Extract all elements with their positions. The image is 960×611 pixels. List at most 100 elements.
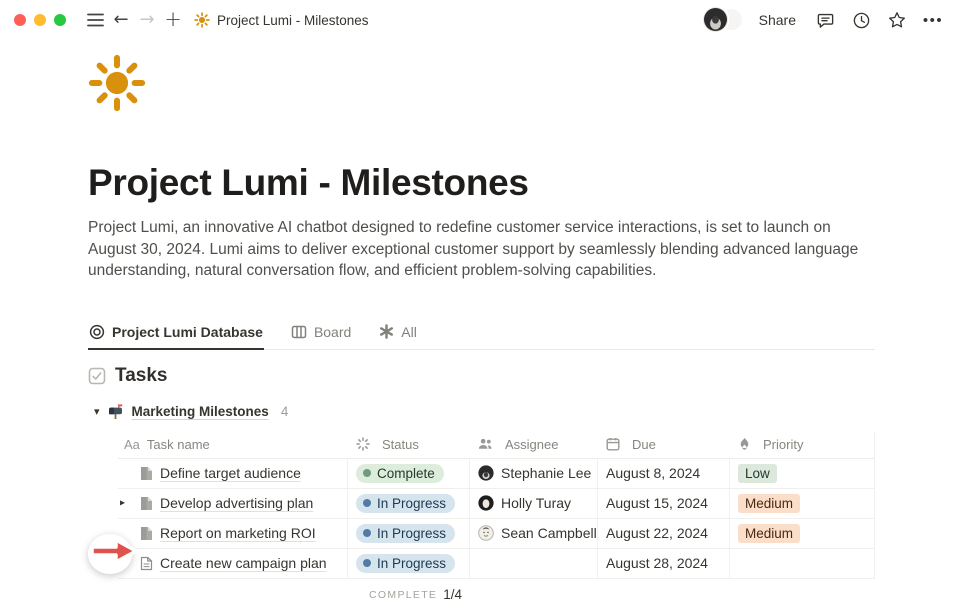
status-cell[interactable]: In Progress xyxy=(348,549,470,578)
due-cell[interactable]: August 28, 2024 xyxy=(598,549,730,578)
group-marketing-milestones[interactable]: ▾ Marketing Milestones 4 xyxy=(94,404,875,420)
tab-board[interactable]: Board xyxy=(290,319,352,350)
column-label: Status xyxy=(382,437,419,452)
task-title: Develop advertising plan xyxy=(160,495,313,511)
calendar-icon xyxy=(606,437,620,451)
table-row: Report on marketing ROI In Progress Sean… xyxy=(118,519,875,549)
status-cell[interactable]: Complete xyxy=(348,459,470,488)
minimize-window-button[interactable] xyxy=(34,14,46,26)
task-title: Define target audience xyxy=(160,465,301,481)
breadcrumb-title: Project Lumi - Milestones xyxy=(217,13,369,28)
priority-tag: Low xyxy=(738,464,777,483)
table-row: Define target audience Complete Stephani… xyxy=(118,459,875,489)
collapse-triangle-icon[interactable]: ▾ xyxy=(94,405,100,418)
page-description[interactable]: Project Lumi, an innovative AI chatbot d… xyxy=(88,217,875,282)
history-clock-icon[interactable] xyxy=(848,7,874,33)
page-content: Project Lumi - Milestones Project Lumi, … xyxy=(0,40,960,611)
sidebar-toggle-icon[interactable] xyxy=(82,7,108,33)
assignee-name: Stephanie Lee xyxy=(501,465,591,481)
titlebar: ← → + Project Lumi - Milestones Share ••… xyxy=(0,0,960,40)
column-task-name[interactable]: Aa Task name xyxy=(118,431,348,458)
due-date: August 22, 2024 xyxy=(606,525,708,541)
task-name-cell[interactable]: ▸ Develop advertising plan xyxy=(118,489,348,518)
status-dot xyxy=(363,529,371,537)
mailbox-icon xyxy=(108,404,124,420)
task-title: Create new campaign plan xyxy=(160,555,327,571)
due-date: August 28, 2024 xyxy=(606,555,708,571)
due-cell[interactable]: August 15, 2024 xyxy=(598,489,730,518)
assignee-avatar xyxy=(478,495,494,511)
column-label: Due xyxy=(632,437,656,452)
board-view-icon xyxy=(291,324,307,340)
close-window-button[interactable] xyxy=(14,14,26,26)
group-count: 4 xyxy=(281,404,289,419)
priority-cell[interactable]: Medium xyxy=(730,489,875,518)
table-footer: COMPLETE 1/4 xyxy=(118,579,875,611)
assignee-cell[interactable] xyxy=(470,549,598,578)
page-sun-icon[interactable] xyxy=(88,54,146,112)
window-controls xyxy=(14,14,66,26)
view-tabs: Project Lumi Database Board All xyxy=(88,319,875,350)
status-dot xyxy=(363,559,371,567)
assignee-cell[interactable]: Stephanie Lee xyxy=(470,459,598,488)
group-name: Marketing Milestones xyxy=(132,404,269,419)
status-calculation[interactable]: COMPLETE 1/4 xyxy=(348,579,470,611)
share-button[interactable]: Share xyxy=(753,8,802,32)
table-view-icon xyxy=(89,324,105,340)
column-due[interactable]: Due xyxy=(598,431,730,458)
text-property-icon: Aa xyxy=(124,437,140,452)
status-pill: Complete xyxy=(356,464,444,483)
assignee-cell[interactable]: Holly Turay xyxy=(470,489,598,518)
priority-cell[interactable]: Low xyxy=(730,459,875,488)
priority-cell[interactable] xyxy=(730,549,875,578)
due-date: August 15, 2024 xyxy=(606,495,708,511)
column-priority[interactable]: Priority xyxy=(730,431,875,458)
page-title[interactable]: Project Lumi - Milestones xyxy=(88,162,875,204)
status-dot xyxy=(363,469,371,477)
page-outline-icon xyxy=(140,556,153,571)
assignee-avatar xyxy=(478,465,494,481)
table-row: Create new campaign plan In Progress Aug… xyxy=(118,549,875,579)
tab-all[interactable]: All xyxy=(378,319,418,350)
status-pill: In Progress xyxy=(356,494,455,513)
avatar xyxy=(703,7,728,32)
assignee-avatar xyxy=(478,525,494,541)
assignee-cell[interactable]: Sean Campbell xyxy=(470,519,598,548)
tab-project-lumi-database[interactable]: Project Lumi Database xyxy=(88,319,264,350)
calc-label: COMPLETE xyxy=(369,589,437,601)
status-cell[interactable]: In Progress xyxy=(348,489,470,518)
column-label: Priority xyxy=(763,437,803,452)
breadcrumb[interactable]: Project Lumi - Milestones xyxy=(194,12,369,28)
tasks-heading: Tasks xyxy=(88,365,875,387)
new-page-icon[interactable]: + xyxy=(160,7,186,33)
due-date: August 8, 2024 xyxy=(606,465,700,481)
priority-tag: Medium xyxy=(738,494,800,513)
sun-icon xyxy=(194,12,210,28)
forward-icon[interactable]: → xyxy=(134,7,160,33)
task-name-cell[interactable]: Report on marketing ROI xyxy=(118,519,348,548)
assignee-name: Sean Campbell xyxy=(501,525,597,541)
expand-triangle-icon[interactable]: ▸ xyxy=(120,498,125,509)
table-row: ▸ Develop advertising plan In Progress H… xyxy=(118,489,875,519)
column-assignee[interactable]: Assignee xyxy=(470,431,598,458)
status-cell[interactable]: In Progress xyxy=(348,519,470,548)
task-name-cell[interactable]: Define target audience xyxy=(118,459,348,488)
more-options-icon[interactable]: ••• xyxy=(920,7,946,33)
due-cell[interactable]: August 8, 2024 xyxy=(598,459,730,488)
table-header: Aa Task name Status Assignee Due Priorit… xyxy=(118,431,875,459)
page-icon xyxy=(140,526,153,541)
zoom-window-button[interactable] xyxy=(54,14,66,26)
page-icon xyxy=(140,496,153,511)
comments-icon[interactable] xyxy=(812,7,838,33)
column-status[interactable]: Status xyxy=(348,431,470,458)
task-title: Report on marketing ROI xyxy=(160,525,316,541)
status-dot xyxy=(363,499,371,507)
tab-label: Board xyxy=(314,324,351,340)
tasks-heading-label: Tasks xyxy=(115,365,167,387)
due-cell[interactable]: August 22, 2024 xyxy=(598,519,730,548)
priority-cell[interactable]: Medium xyxy=(730,519,875,548)
task-name-cell[interactable]: Create new campaign plan xyxy=(118,549,348,578)
workspace-avatars[interactable] xyxy=(703,7,743,33)
back-icon[interactable]: ← xyxy=(108,7,134,33)
favorite-star-icon[interactable] xyxy=(884,7,910,33)
